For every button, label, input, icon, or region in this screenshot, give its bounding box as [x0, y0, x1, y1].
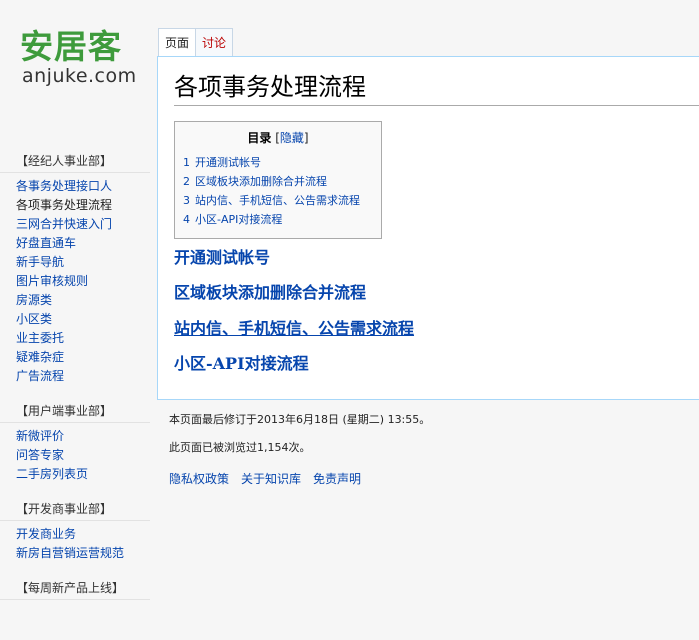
- page-tabs: 页面 讨论: [158, 28, 234, 59]
- sidebar-item: 开发商业务: [16, 525, 158, 544]
- sidebar-link[interactable]: 新房自营销运营规范: [16, 546, 124, 560]
- toc-header: 目录 [隐藏]: [183, 129, 373, 147]
- sidebar-item: 新微评价: [16, 427, 158, 446]
- portal-heading: 【开发商事业部】: [0, 498, 150, 521]
- sidebar-item: 图片审核规则: [16, 272, 158, 291]
- sidebar-link[interactable]: 小区类: [16, 312, 52, 326]
- sidebar-link[interactable]: 开发商业务: [16, 527, 76, 541]
- section-heading-messages[interactable]: 站内信、手机短信、公告需求流程: [174, 318, 414, 340]
- sidebar-link[interactable]: 各事务处理接口人: [16, 179, 112, 193]
- section-heading-region[interactable]: 区域板块添加删除合并流程: [174, 282, 366, 304]
- toc-link[interactable]: 3 站内信、手机短信、公告需求流程: [183, 194, 360, 207]
- sidebar-item: 问答专家: [16, 446, 158, 465]
- logo-english: anjuke.com: [22, 65, 137, 87]
- toc-number: 3: [183, 194, 190, 207]
- sidebar-item: 新房自营销运营规范: [16, 544, 158, 563]
- sidebar-link[interactable]: 好盘直通车: [16, 236, 76, 250]
- sidebar-item: 三网合并快速入门: [16, 215, 158, 234]
- footer-link-disclaimer[interactable]: 免责声明: [313, 470, 361, 487]
- toc-label: 站内信、手机短信、公告需求流程: [195, 194, 360, 207]
- portal-user: 【用户端事业部】 新微评价 问答专家 二手房列表页: [0, 400, 158, 484]
- sidebar-item-current: 各项事务处理流程: [16, 196, 158, 215]
- footer-last-modified: 本页面最后修订于2013年6月18日 (星期二) 13:55。: [169, 413, 431, 426]
- section-heading-api[interactable]: 小区-API对接流程: [174, 353, 309, 375]
- toc-label: 区域板块添加删除合并流程: [195, 175, 327, 188]
- sidebar-item: 业主委托: [16, 329, 158, 348]
- toc-hide-link[interactable]: 隐藏: [280, 131, 304, 145]
- toc-link[interactable]: 4 小区-API对接流程: [183, 213, 282, 226]
- section-heading-test-account[interactable]: 开通测试帐号: [174, 247, 270, 269]
- sidebar-link[interactable]: 三网合并快速入门: [16, 217, 112, 231]
- footer: 本页面最后修订于2013年6月18日 (星期二) 13:55。 此页面已被浏览过…: [169, 412, 689, 487]
- sidebar-link[interactable]: 业主委托: [16, 331, 64, 345]
- toc-label: 小区-API对接流程: [195, 213, 283, 226]
- sidebar-link[interactable]: 各项事务处理流程: [16, 198, 112, 212]
- footer-link-privacy[interactable]: 隐私权政策: [169, 470, 229, 487]
- sidebar-link[interactable]: 二手房列表页: [16, 467, 88, 481]
- table-of-contents: 目录 [隐藏] 1 开通测试帐号 2 区域板块添加删除合并流程 3 站内信、手机短信、…: [174, 121, 382, 239]
- toc-item: 3 站内信、手机短信、公告需求流程: [183, 191, 373, 210]
- toc-number: 4: [183, 213, 190, 226]
- sidebar-item: 小区类: [16, 310, 158, 329]
- toc-number: 1: [183, 156, 190, 169]
- portal-weekly: 【每周新产品上线】: [0, 577, 158, 600]
- sidebar-item: 广告流程: [16, 367, 158, 386]
- content-panel: 各项事务处理流程 目录 [隐藏] 1 开通测试帐号 2 区域板块添加删除合并流程 3…: [157, 56, 699, 400]
- portal-heading: 【经纪人事业部】: [0, 150, 150, 173]
- page-title: 各项事务处理流程: [174, 71, 699, 106]
- portal-heading: 【每周新产品上线】: [0, 577, 150, 600]
- portal-list: 开发商业务 新房自营销运营规范: [0, 525, 158, 563]
- toc-item: 2 区域板块添加删除合并流程: [183, 172, 373, 191]
- toc-link[interactable]: 1 开通测试帐号: [183, 156, 261, 169]
- sidebar-item: 疑难杂症: [16, 348, 158, 367]
- sidebar-item: 二手房列表页: [16, 465, 158, 484]
- sidebar-link[interactable]: 新微评价: [16, 429, 64, 443]
- portal-heading: 【用户端事业部】: [0, 400, 150, 423]
- portal-list: 各事务处理接口人 各项事务处理流程 三网合并快速入门 好盘直通车 新手导航 图片…: [0, 177, 158, 386]
- sidebar-link[interactable]: 图片审核规则: [16, 274, 88, 288]
- toc-title: 目录: [247, 131, 272, 145]
- toc-bracket-close: ]: [303, 131, 309, 145]
- sidebar-link[interactable]: 房源类: [16, 293, 52, 307]
- sidebar-link[interactable]: 问答专家: [16, 448, 64, 462]
- portal-developer: 【开发商事业部】 开发商业务 新房自营销运营规范: [0, 498, 158, 563]
- sidebar-item: 房源类: [16, 291, 158, 310]
- toc-item: 4 小区-API对接流程: [183, 210, 373, 229]
- toc-list: 1 开通测试帐号 2 区域板块添加删除合并流程 3 站内信、手机短信、公告需求流程 4…: [183, 153, 373, 229]
- footer-link-about[interactable]: 关于知识库: [241, 470, 301, 487]
- logo-chinese: 安居客: [20, 27, 122, 66]
- sidebar: 【经纪人事业部】 各事务处理接口人 各项事务处理流程 三网合并快速入门 好盘直通…: [0, 150, 158, 614]
- toc-label: 开通测试帐号: [195, 156, 261, 169]
- sidebar-item: 好盘直通车: [16, 234, 158, 253]
- tab-discuss[interactable]: 讨论: [196, 28, 234, 57]
- toc-item: 1 开通测试帐号: [183, 153, 373, 172]
- tab-page[interactable]: 页面: [158, 28, 197, 59]
- portal-list: 新微评价 问答专家 二手房列表页: [0, 427, 158, 484]
- footer-links: 隐私权政策 关于知识库 免责声明: [169, 470, 689, 487]
- toc-link[interactable]: 2 区域板块添加删除合并流程: [183, 175, 327, 188]
- footer-view-count: 此页面已被浏览过1,154次。: [169, 441, 311, 454]
- sidebar-link[interactable]: 广告流程: [16, 369, 64, 383]
- site-logo[interactable]: 安居客 anjuke.com: [20, 28, 140, 88]
- sidebar-item: 新手导航: [16, 253, 158, 272]
- sidebar-item: 各事务处理接口人: [16, 177, 158, 196]
- sidebar-link[interactable]: 新手导航: [16, 255, 64, 269]
- sidebar-link[interactable]: 疑难杂症: [16, 350, 64, 364]
- portal-broker: 【经纪人事业部】 各事务处理接口人 各项事务处理流程 三网合并快速入门 好盘直通…: [0, 150, 158, 386]
- toc-number: 2: [183, 175, 190, 188]
